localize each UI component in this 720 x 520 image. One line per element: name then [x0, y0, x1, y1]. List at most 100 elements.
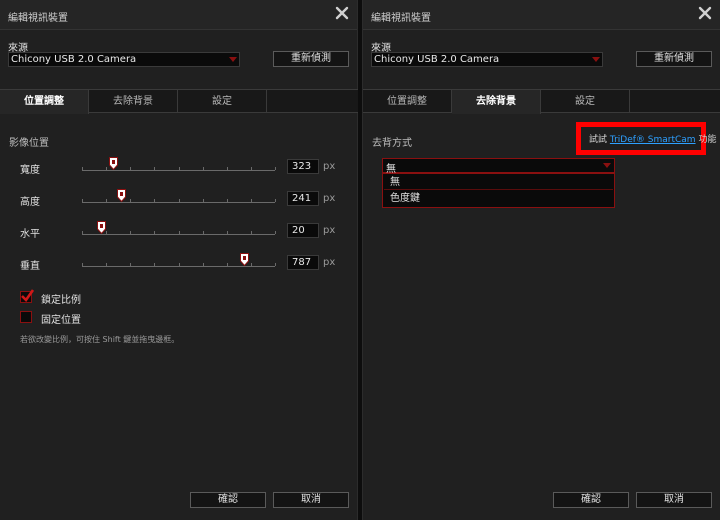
slider-tick [275, 231, 276, 234]
slider-tick [130, 199, 131, 202]
removal-method-select[interactable]: 無 [382, 158, 615, 175]
tab-remove-background[interactable]: 去除背景 [89, 90, 178, 113]
tab-remove-background[interactable]: 去除背景 [452, 90, 541, 114]
chevron-down-icon [229, 57, 237, 62]
slider-tick [227, 263, 228, 266]
horizontal-unit: px [323, 225, 336, 236]
slider-tick [130, 231, 131, 234]
slider-tick [251, 231, 252, 234]
slider-tick [227, 199, 228, 202]
slider-tick [275, 199, 276, 202]
width-unit: px [323, 161, 336, 172]
slider-tick [106, 167, 107, 170]
source-select[interactable]: Chicony USB 2.0 Camera [8, 52, 240, 67]
vertical-label: 垂直 [20, 261, 40, 272]
height-label: 高度 [20, 197, 40, 208]
slider-tick [179, 231, 180, 234]
tab-bar: 位置調整 去除背景 設定 [363, 89, 720, 114]
slider-tick [203, 167, 204, 170]
tab-position[interactable]: 位置調整 [0, 90, 89, 114]
slider-tick [275, 263, 276, 266]
removal-method-label: 去背方式 [372, 138, 412, 149]
window-title: 編輯視訊裝置 [8, 13, 68, 24]
slider-tick [154, 231, 155, 234]
fixed-position-checkbox[interactable] [20, 311, 32, 323]
source-select[interactable]: Chicony USB 2.0 Camera [371, 52, 603, 67]
cancel-button[interactable]: 取消 [273, 492, 349, 508]
slider-tick [203, 231, 204, 234]
fixed-position-label: 固定位置 [41, 315, 81, 326]
slider-tick [251, 167, 252, 170]
slider-thumb-icon[interactable] [240, 253, 249, 266]
height-value-field[interactable]: 241 [287, 191, 319, 206]
width-slider[interactable] [82, 157, 276, 172]
vertical-slider[interactable] [82, 253, 276, 268]
slider-tick [106, 199, 107, 202]
slider-thumb-icon[interactable] [109, 157, 118, 170]
lock-ratio-checkbox[interactable] [20, 289, 34, 303]
smartcam-promo-highlight: 試試 TriDef® SmartCam 功能 [576, 122, 716, 155]
slider-thumb-icon[interactable] [97, 221, 106, 234]
tab-settings[interactable]: 設定 [541, 90, 630, 113]
edit-video-device-dialog-right: 編輯視訊裝置 來源 Chicony USB 2.0 Camera 重新偵測 位置… [362, 0, 720, 520]
slider-tick [82, 199, 83, 202]
window-title: 編輯視訊裝置 [371, 13, 431, 24]
smartcam-link[interactable]: TriDef® SmartCam [610, 135, 696, 145]
slider-tick [130, 167, 131, 170]
slider-thumb-icon[interactable] [117, 189, 126, 202]
chevron-down-icon [592, 57, 600, 62]
try-line: 試試 TriDef® SmartCam 功能 [589, 132, 716, 145]
tab-settings[interactable]: 設定 [178, 90, 267, 113]
horizontal-slider[interactable] [82, 221, 276, 236]
close-icon[interactable] [335, 6, 349, 20]
checkmark-icon [21, 289, 34, 303]
slider-tick [82, 167, 83, 170]
try-prefix: 試試 [589, 135, 608, 145]
slider-tick [227, 231, 228, 234]
slider-tick [251, 199, 252, 202]
slider-tick [130, 263, 131, 266]
tab-position[interactable]: 位置調整 [363, 90, 452, 113]
height-unit: px [323, 193, 336, 204]
cancel-button[interactable]: 取消 [636, 492, 712, 508]
slider-tick [275, 167, 276, 170]
horizontal-label: 水平 [20, 229, 40, 240]
close-icon[interactable] [698, 6, 712, 20]
image-position-label: 影像位置 [9, 138, 49, 149]
try-suffix: 功能 [698, 135, 717, 145]
edit-video-device-dialog-left: 編輯視訊裝置 來源 Chicony USB 2.0 Camera 重新偵測 位置… [0, 0, 358, 520]
slider-tick [251, 263, 252, 266]
slider-tick [106, 263, 107, 266]
title-bar: 編輯視訊裝置 [363, 0, 720, 30]
ok-button[interactable]: 確認 [553, 492, 629, 508]
slider-tick [179, 199, 180, 202]
shift-drag-hint: 若欲改變比例，可按住 Shift 鍵並拖曳邊框。 [20, 335, 180, 344]
option-none[interactable]: 無 [384, 175, 613, 190]
ok-button[interactable]: 確認 [190, 492, 266, 508]
removal-method-dropdown: 無 色度鍵 [382, 173, 615, 208]
rescan-button[interactable]: 重新偵測 [273, 51, 349, 67]
slider-tick [227, 167, 228, 170]
slider-tick [203, 199, 204, 202]
slider-tick [154, 167, 155, 170]
lock-ratio-label: 鎖定比例 [41, 295, 81, 306]
vertical-unit: px [323, 257, 336, 268]
slider-tick [203, 263, 204, 266]
slider-tick [106, 231, 107, 234]
source-value: Chicony USB 2.0 Camera [374, 54, 500, 65]
vertical-value-field[interactable]: 787 [287, 255, 319, 270]
width-label: 寬度 [20, 165, 40, 176]
horizontal-value-field[interactable]: 20 [287, 223, 319, 238]
source-value: Chicony USB 2.0 Camera [11, 54, 137, 65]
slider-tick [179, 263, 180, 266]
option-chroma-key[interactable]: 色度鍵 [384, 191, 613, 206]
width-value-field[interactable]: 323 [287, 159, 319, 174]
rescan-button[interactable]: 重新偵測 [636, 51, 712, 67]
title-bar: 編輯視訊裝置 [0, 0, 357, 30]
slider-tick [179, 167, 180, 170]
slider-tick [154, 263, 155, 266]
chevron-down-icon [603, 163, 611, 168]
tab-bar: 位置調整 去除背景 設定 [0, 89, 358, 114]
height-slider[interactable] [82, 189, 276, 204]
slider-tick [82, 231, 83, 234]
